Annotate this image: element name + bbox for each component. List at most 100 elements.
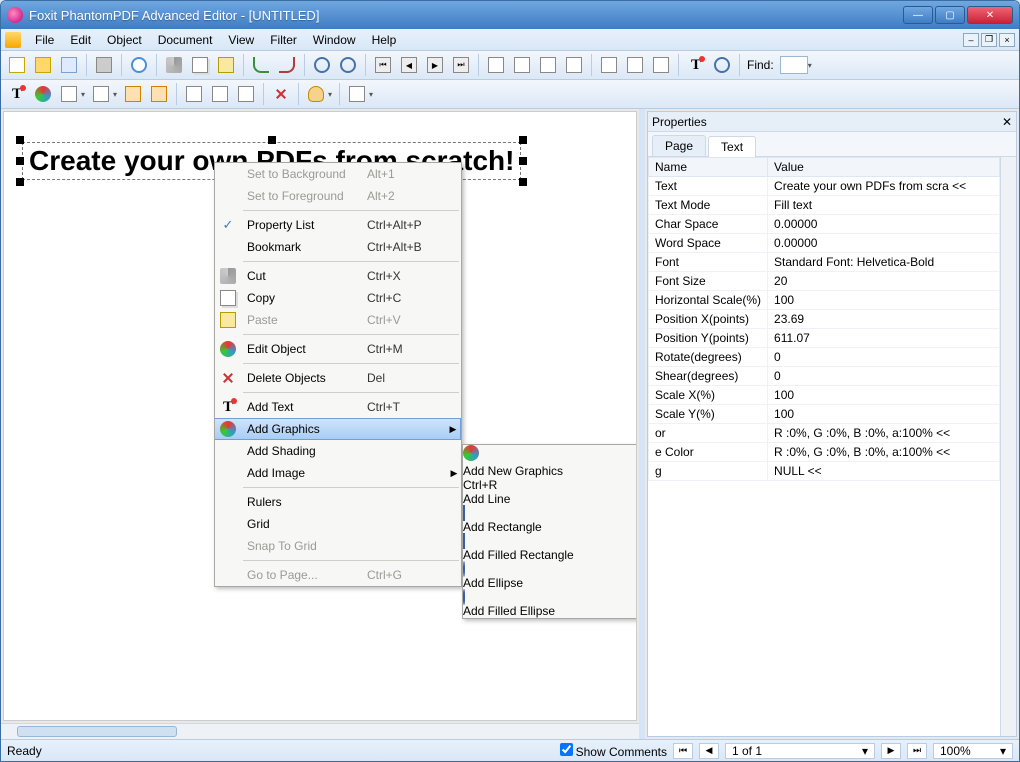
clock-tool-button[interactable] xyxy=(710,53,734,77)
property-row[interactable]: Horizontal Scale(%)100 xyxy=(649,291,1000,310)
copy-button[interactable] xyxy=(188,53,212,77)
menu-file[interactable]: File xyxy=(27,31,62,49)
next-page-button[interactable]: ▶ xyxy=(423,53,447,77)
edit-object-button[interactable] xyxy=(121,82,145,106)
info-button[interactable] xyxy=(127,53,151,77)
properties-close-button[interactable]: ✕ xyxy=(1002,115,1012,129)
save-button[interactable] xyxy=(57,53,81,77)
mdi-restore-button[interactable]: ❐ xyxy=(981,33,997,47)
find-input[interactable] xyxy=(780,56,808,74)
edit-tool-2[interactable] xyxy=(147,82,171,106)
menu-item-add-graphics[interactable]: Add Graphics▶ xyxy=(215,418,461,440)
last-page-button[interactable]: ⏭ xyxy=(449,53,473,77)
page-tool-1[interactable] xyxy=(484,53,508,77)
menu-item-add-shading[interactable]: Add Shading xyxy=(215,440,461,462)
open-button[interactable] xyxy=(31,53,55,77)
property-row[interactable]: TextCreate your own PDFs from scra << xyxy=(649,177,1000,196)
splitter[interactable] xyxy=(639,109,645,739)
submenu-item-add-filled-rectangle[interactable]: Add Filled Rectangle xyxy=(463,534,637,562)
add-shading-button[interactable] xyxy=(57,82,81,106)
layout-button[interactable] xyxy=(345,82,369,106)
add-image-button[interactable] xyxy=(89,82,113,106)
property-row[interactable]: Text ModeFill text xyxy=(649,196,1000,215)
page-tool-2[interactable] xyxy=(510,53,534,77)
page-tool-4[interactable] xyxy=(562,53,586,77)
resize-handle-w[interactable] xyxy=(16,157,24,165)
mdi-minimize-button[interactable]: – xyxy=(963,33,979,47)
menu-item-add-text[interactable]: TAdd TextCtrl+T xyxy=(215,396,461,418)
layout-tool-1[interactable] xyxy=(597,53,621,77)
status-zoom-field[interactable]: 100%▾ xyxy=(933,743,1013,759)
submenu-item-add-new-graphics[interactable]: Add New GraphicsCtrl+R xyxy=(463,445,637,492)
prev-page-button[interactable]: ◀ xyxy=(397,53,421,77)
new-button[interactable] xyxy=(5,53,29,77)
mdi-close-button[interactable]: × xyxy=(999,33,1015,47)
property-row[interactable]: orR :0%, G :0%, B :0%, a:100% << xyxy=(649,424,1000,443)
layout-tool-3[interactable] xyxy=(649,53,673,77)
resize-handle-n[interactable] xyxy=(268,136,276,144)
status-next-button[interactable]: ▶ xyxy=(881,743,901,759)
crop-tool-2[interactable] xyxy=(208,82,232,106)
property-row[interactable]: gNULL << xyxy=(649,462,1000,481)
resize-handle-e[interactable] xyxy=(519,157,527,165)
zoom-out-button[interactable] xyxy=(336,53,360,77)
property-row[interactable]: Shear(degrees)0 xyxy=(649,367,1000,386)
submenu-item-add-line[interactable]: Add Line xyxy=(463,492,637,506)
submenu-item-add-ellipse[interactable]: Add Ellipse xyxy=(463,562,637,590)
property-row[interactable]: FontStandard Font: Helvetica-Bold xyxy=(649,253,1000,272)
status-prev-button[interactable]: ◀ xyxy=(699,743,719,759)
menu-item-copy[interactable]: CopyCtrl+C xyxy=(215,287,461,309)
maximize-button[interactable]: ▢ xyxy=(935,6,965,24)
submenu-item-add-filled-ellipse[interactable]: Add Filled Ellipse xyxy=(463,590,637,618)
find-dropdown[interactable]: ▾ xyxy=(808,61,814,70)
tab-page[interactable]: Page xyxy=(652,135,706,156)
app-menu-icon[interactable] xyxy=(5,32,21,48)
status-first-button[interactable]: ⏮ xyxy=(673,743,693,759)
tab-text[interactable]: Text xyxy=(708,136,756,157)
document-canvas[interactable]: Create your own PDFs from scratch! Set t… xyxy=(3,111,637,721)
add-text-button[interactable]: T xyxy=(5,82,29,106)
first-page-button[interactable]: ⏮ xyxy=(371,53,395,77)
menu-window[interactable]: Window xyxy=(305,31,364,49)
people-button[interactable] xyxy=(304,82,328,106)
property-row[interactable]: Position X(points)23.69 xyxy=(649,310,1000,329)
property-row[interactable]: Font Size20 xyxy=(649,272,1000,291)
delete-button[interactable] xyxy=(269,82,293,106)
property-row[interactable]: e ColorR :0%, G :0%, B :0%, a:100% << xyxy=(649,443,1000,462)
horizontal-scrollbar[interactable] xyxy=(1,723,639,739)
property-row[interactable]: Scale X(%)100 xyxy=(649,386,1000,405)
page-tool-3[interactable] xyxy=(536,53,560,77)
text-tool-button[interactable]: T xyxy=(684,53,708,77)
menu-document[interactable]: Document xyxy=(150,31,221,49)
resize-handle-nw[interactable] xyxy=(16,136,24,144)
menu-item-delete-objects[interactable]: Delete ObjectsDel xyxy=(215,367,461,389)
property-row[interactable]: Rotate(degrees)0 xyxy=(649,348,1000,367)
menu-filter[interactable]: Filter xyxy=(262,31,305,49)
menu-item-property-list[interactable]: ✓Property ListCtrl+Alt+P xyxy=(215,214,461,236)
cut-button[interactable] xyxy=(162,53,186,77)
zoom-in-button[interactable] xyxy=(310,53,334,77)
property-row[interactable]: Word Space0.00000 xyxy=(649,234,1000,253)
property-row[interactable]: Char Space0.00000 xyxy=(649,215,1000,234)
menu-item-bookmark[interactable]: BookmarkCtrl+Alt+B xyxy=(215,236,461,258)
menu-edit[interactable]: Edit xyxy=(62,31,99,49)
menu-object[interactable]: Object xyxy=(99,31,150,49)
redo-button[interactable] xyxy=(275,53,299,77)
layout-tool-2[interactable] xyxy=(623,53,647,77)
resize-handle-se[interactable] xyxy=(519,178,527,186)
print-button[interactable] xyxy=(92,53,116,77)
menu-item-cut[interactable]: CutCtrl+X xyxy=(215,265,461,287)
show-comments-checkbox[interactable] xyxy=(560,743,573,756)
paste-button[interactable] xyxy=(214,53,238,77)
property-row[interactable]: Position Y(points)611.07 xyxy=(649,329,1000,348)
status-last-button[interactable]: ⏭ xyxy=(907,743,927,759)
add-graphics-button[interactable] xyxy=(31,82,55,106)
menu-item-add-image[interactable]: Add Image▶ xyxy=(215,462,461,484)
status-page-field[interactable]: 1 of 1▾ xyxy=(725,743,875,759)
hscroll-thumb[interactable] xyxy=(17,726,177,737)
resize-handle-ne[interactable] xyxy=(519,136,527,144)
property-row[interactable]: Scale Y(%)100 xyxy=(649,405,1000,424)
menu-item-edit-object[interactable]: Edit ObjectCtrl+M xyxy=(215,338,461,360)
minimize-button[interactable]: — xyxy=(903,6,933,24)
resize-handle-sw[interactable] xyxy=(16,178,24,186)
